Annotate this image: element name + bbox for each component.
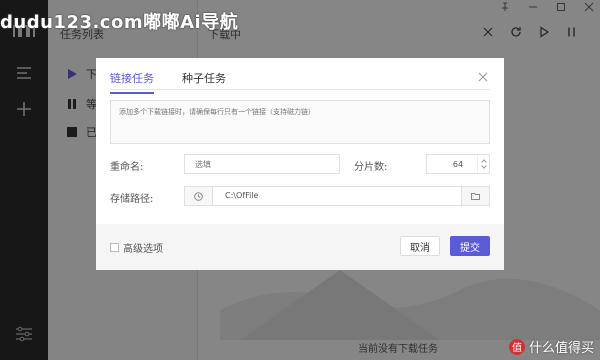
tab-divider bbox=[110, 89, 490, 90]
chevron-up-icon[interactable] bbox=[480, 159, 487, 163]
watermark-text: 什么值得买 bbox=[528, 341, 594, 356]
dialog-footer: 高级选项 取消 提交 bbox=[96, 224, 504, 270]
storage-path-value[interactable]: C:\OfFile bbox=[213, 187, 461, 205]
dialog-tabs: 链接任务 种子任务 bbox=[110, 70, 226, 94]
submit-button[interactable]: 提交 bbox=[450, 236, 490, 256]
close-icon[interactable] bbox=[478, 72, 488, 82]
new-task-dialog: 链接任务 种子任务 重命名: 分片数: 64 存储路径: C:\OfFile 高… bbox=[96, 58, 504, 270]
rename-input[interactable] bbox=[184, 154, 340, 174]
advanced-options-toggle[interactable]: 高级选项 bbox=[110, 240, 163, 255]
tab-link-task[interactable]: 链接任务 bbox=[110, 70, 154, 94]
history-button[interactable] bbox=[185, 187, 213, 205]
stepper-arrows[interactable] bbox=[477, 155, 489, 173]
parts-label: 分片数: bbox=[354, 162, 388, 173]
chevron-down-icon[interactable] bbox=[480, 165, 487, 169]
browse-folder-button[interactable] bbox=[461, 187, 489, 205]
advanced-options-label: 高级选项 bbox=[123, 244, 163, 255]
cancel-button[interactable]: 取消 bbox=[400, 236, 440, 256]
rename-label: 重命名: bbox=[110, 162, 144, 173]
clock-icon bbox=[194, 191, 203, 201]
storage-path-field: C:\OfFile bbox=[184, 186, 490, 206]
parts-value: 64 bbox=[452, 159, 464, 169]
download-links-input[interactable] bbox=[110, 100, 490, 144]
parts-stepper[interactable]: 64 bbox=[426, 154, 490, 174]
corner-watermark: 值 什么值得买 bbox=[508, 337, 594, 356]
advanced-options-checkbox[interactable] bbox=[110, 243, 119, 252]
watermark-badge: 值 bbox=[508, 338, 525, 355]
site-watermark: dudu123.com嘟嘟Ai导航 bbox=[0, 12, 239, 33]
storage-path-label: 存储路径: bbox=[110, 194, 154, 205]
tab-torrent-task[interactable]: 种子任务 bbox=[182, 70, 226, 94]
folder-icon bbox=[471, 193, 480, 200]
